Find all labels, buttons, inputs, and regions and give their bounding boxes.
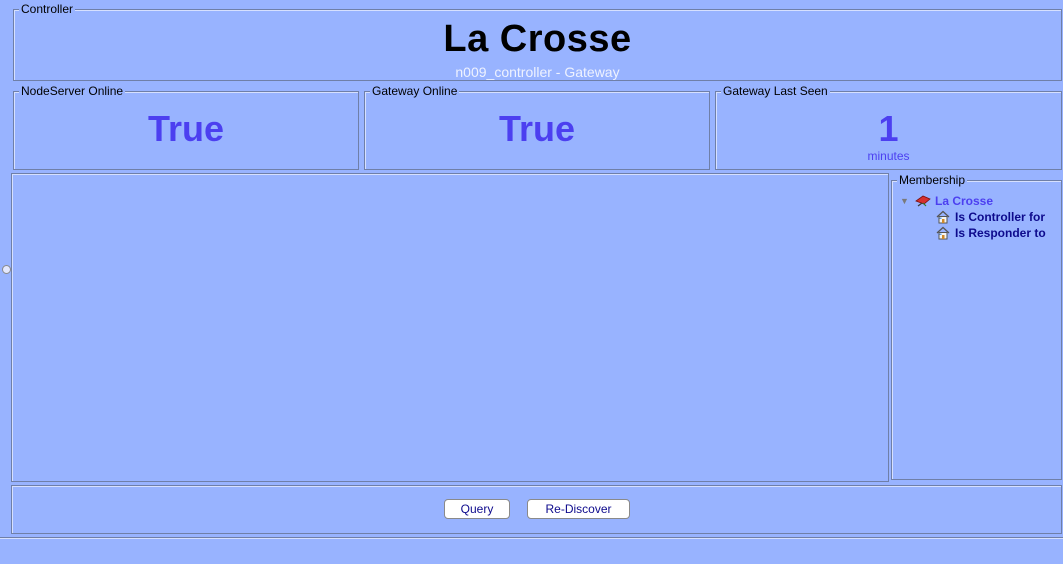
membership-legend: Membership — [897, 173, 968, 187]
gateway-last-seen-legend: Gateway Last Seen — [721, 84, 830, 98]
nodeserver-online-legend: NodeServer Online — [19, 84, 126, 98]
membership-tree: ▼ La Crosse Is Controller for Is Respond… — [900, 193, 1046, 241]
node-title: La Crosse — [443, 18, 632, 60]
house-icon — [936, 226, 950, 240]
gateway-online-panel: Gateway Online True — [364, 84, 710, 170]
rediscover-button[interactable]: Re-Discover — [527, 499, 630, 519]
controller-panel: Controller La Crosse n009_controller - G… — [13, 2, 1062, 81]
main-content-area — [11, 173, 889, 482]
tree-root-label: La Crosse — [935, 194, 994, 208]
tree-child-label: Is Controller for — [955, 210, 1046, 224]
tree-child-label: Is Responder to — [955, 226, 1046, 240]
controller-legend: Controller — [19, 2, 76, 16]
gateway-last-seen-panel: Gateway Last Seen 1 minutes — [715, 84, 1062, 170]
bottom-divider — [0, 537, 1063, 539]
nodeserver-online-value: True — [147, 108, 225, 149]
query-button[interactable]: Query — [444, 499, 510, 519]
house-icon — [936, 210, 950, 224]
gateway-online-legend: Gateway Online — [370, 84, 460, 98]
nodeserver-online-panel: NodeServer Online True — [13, 84, 359, 170]
gateway-last-seen-unit: minutes — [867, 149, 910, 163]
expand-arrow-icon[interactable]: ▼ — [900, 196, 910, 206]
tree-child-controller-for[interactable]: Is Controller for — [900, 209, 1046, 225]
tree-child-responder-to[interactable]: Is Responder to — [900, 225, 1046, 241]
tree-root-row[interactable]: ▼ La Crosse — [900, 193, 1046, 209]
node-subtitle: n009_controller - Gateway — [455, 64, 620, 80]
split-handle[interactable] — [2, 265, 11, 274]
gateway-last-seen-value: 1 — [878, 108, 899, 149]
membership-panel: Membership ▼ La Crosse Is Controller for — [891, 173, 1062, 480]
gateway-online-value: True — [498, 108, 576, 149]
node-server-icon — [915, 195, 931, 207]
